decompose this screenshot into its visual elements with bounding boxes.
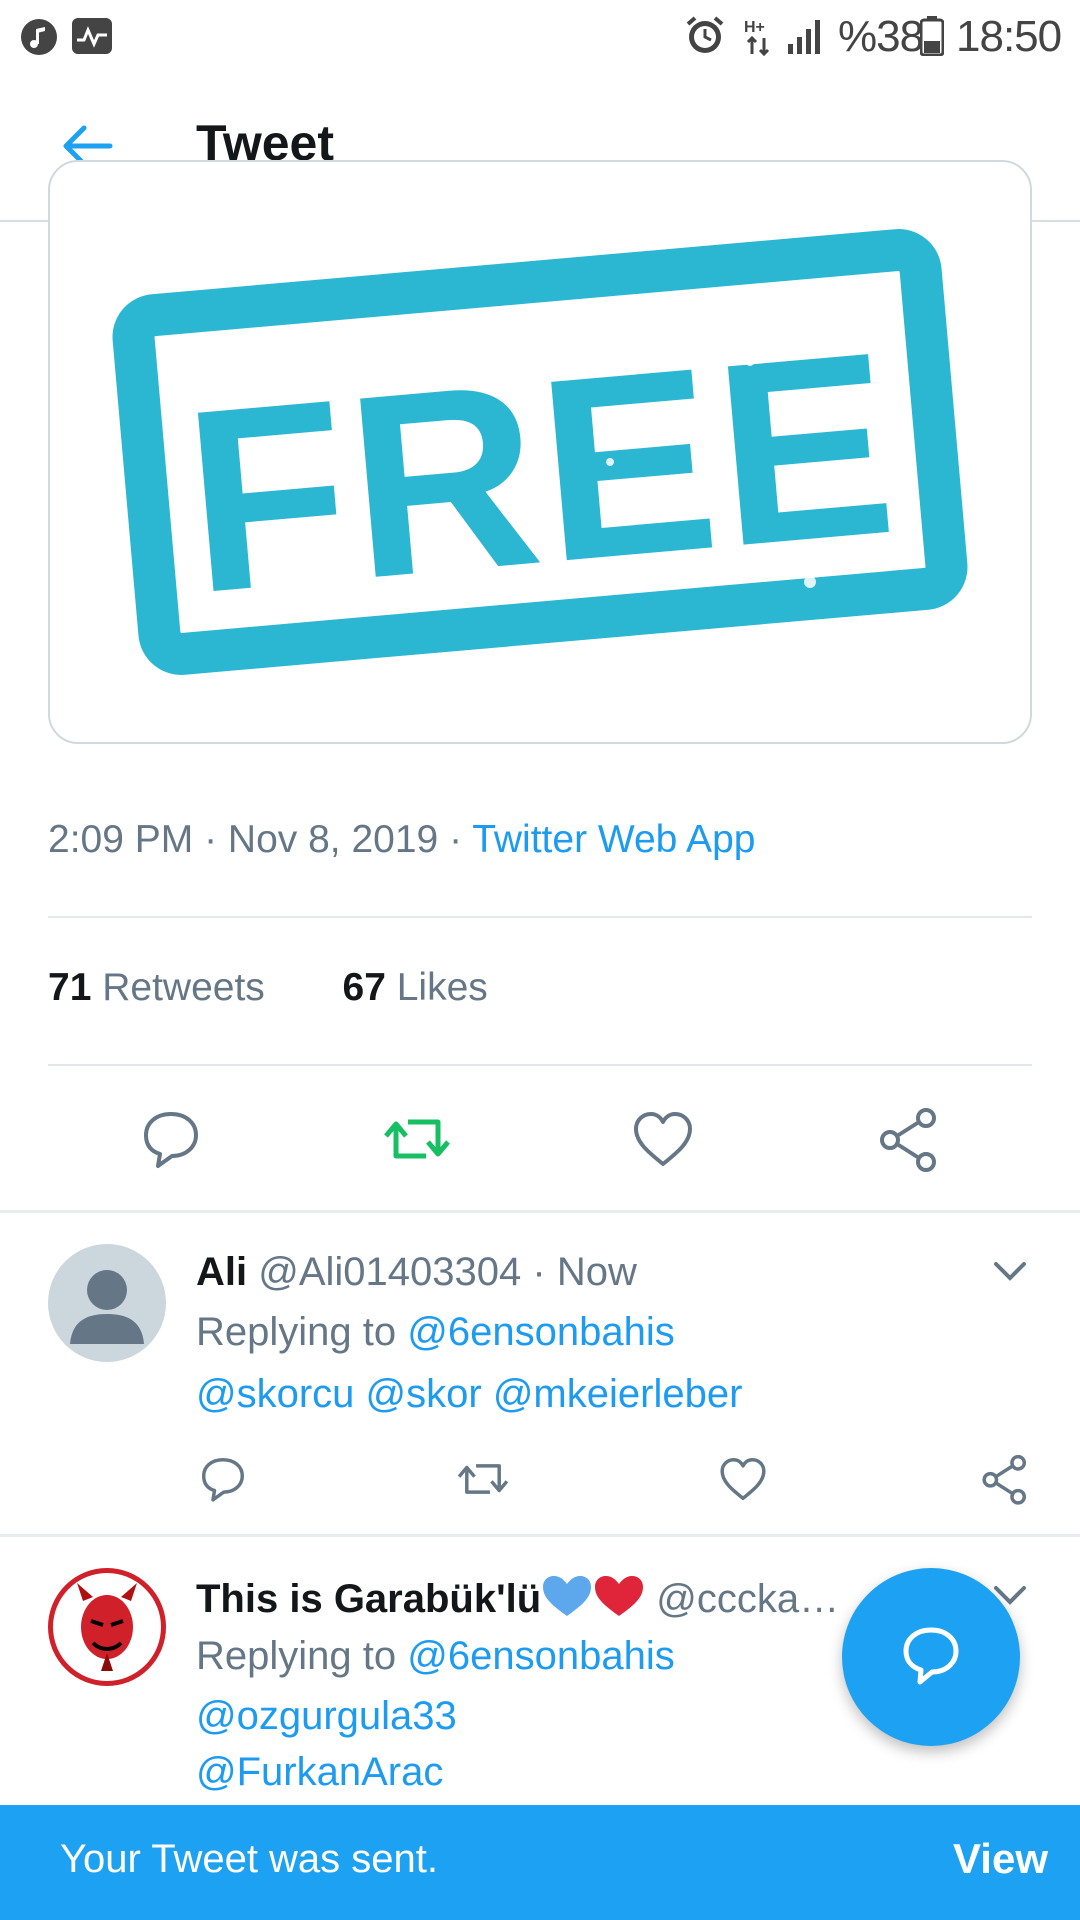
tweet-image[interactable]: FREE [48, 160, 1032, 744]
avatar[interactable] [48, 1568, 166, 1686]
mention-links[interactable]: @skorcu @skor @mkeierleber [196, 1372, 742, 1417]
replying-to: Replying to @6ensonbahis [196, 1310, 675, 1354]
replying-to: Replying to @6ensonbahis [196, 1634, 675, 1678]
like-icon[interactable] [628, 1104, 698, 1174]
engagement-counts: 71 Retweets 67 Likes [48, 966, 488, 1010]
retweet-icon[interactable] [382, 1104, 452, 1174]
tweet-source-link[interactable]: Twitter Web App [472, 818, 755, 861]
music-note-icon [21, 19, 57, 55]
like-icon[interactable] [716, 1452, 770, 1506]
blue-heart-icon [543, 1576, 592, 1616]
svg-text:H+: H+ [744, 19, 765, 36]
reply-author-name[interactable]: Ali [196, 1250, 247, 1294]
retweets-count-link[interactable]: 71 Retweets [48, 966, 265, 1009]
status-bar: H+ %38 18:50 [0, 0, 1080, 72]
devil-avatar-icon [77, 1583, 137, 1671]
divider [48, 1064, 1032, 1066]
stamp-text: FREE [176, 298, 908, 649]
likes-count-link[interactable]: 67 Likes [343, 966, 488, 1009]
signal-icon [788, 20, 820, 54]
avatar[interactable] [48, 1244, 166, 1362]
mention-link[interactable]: @6ensonbahis [407, 1634, 674, 1678]
mention-link[interactable]: @6ensonbahis [407, 1310, 674, 1354]
reply-icon[interactable] [196, 1452, 250, 1506]
retweet-icon[interactable] [456, 1452, 510, 1506]
reply-author-handle: @cccka… [656, 1577, 840, 1621]
compose-reply-button[interactable] [842, 1568, 1020, 1746]
tweet-meta: 2:09 PM · Nov 8, 2019 · Twitter Web App [48, 818, 756, 861]
mention-link[interactable]: @FurkanArac [196, 1750, 443, 1795]
snackbar-message: Your Tweet was sent. [60, 1837, 439, 1881]
default-avatar-icon [70, 1270, 144, 1344]
free-stamp-image: FREE [112, 229, 968, 675]
separator [0, 1534, 1080, 1537]
snackbar-view-button[interactable]: View [953, 1835, 1048, 1883]
divider [48, 916, 1032, 918]
tweet-time: 2:09 PM [48, 818, 194, 861]
activity-icon [72, 18, 112, 54]
tweet-date: Nov 8, 2019 [227, 818, 439, 861]
red-heart-icon [595, 1576, 644, 1616]
snackbar: Your Tweet was sent. View [0, 1805, 1080, 1920]
reply-icon [903, 1627, 959, 1685]
share-icon[interactable] [874, 1104, 944, 1174]
reply-header: This is Garabük'lü @cccka… [196, 1574, 839, 1622]
separator [0, 1210, 1080, 1213]
reply-header: Ali @Ali01403304 · Now [196, 1250, 637, 1294]
reply-author-handle: @Ali01403304 [258, 1250, 522, 1294]
battery-percent: %38 [838, 12, 924, 61]
clock: 18:50 [956, 12, 1062, 61]
reply-icon[interactable] [136, 1104, 206, 1174]
chevron-down-icon[interactable] [990, 1256, 1030, 1286]
mention-link[interactable]: @ozgurgula33 [196, 1694, 457, 1739]
battery-icon [920, 16, 944, 56]
share-icon[interactable] [978, 1452, 1032, 1506]
reply-time: Now [556, 1250, 637, 1294]
reply-author-name[interactable]: This is Garabük'lü [196, 1577, 541, 1621]
hplus-data-icon: H+ [744, 19, 770, 56]
alarm-icon [686, 16, 724, 53]
